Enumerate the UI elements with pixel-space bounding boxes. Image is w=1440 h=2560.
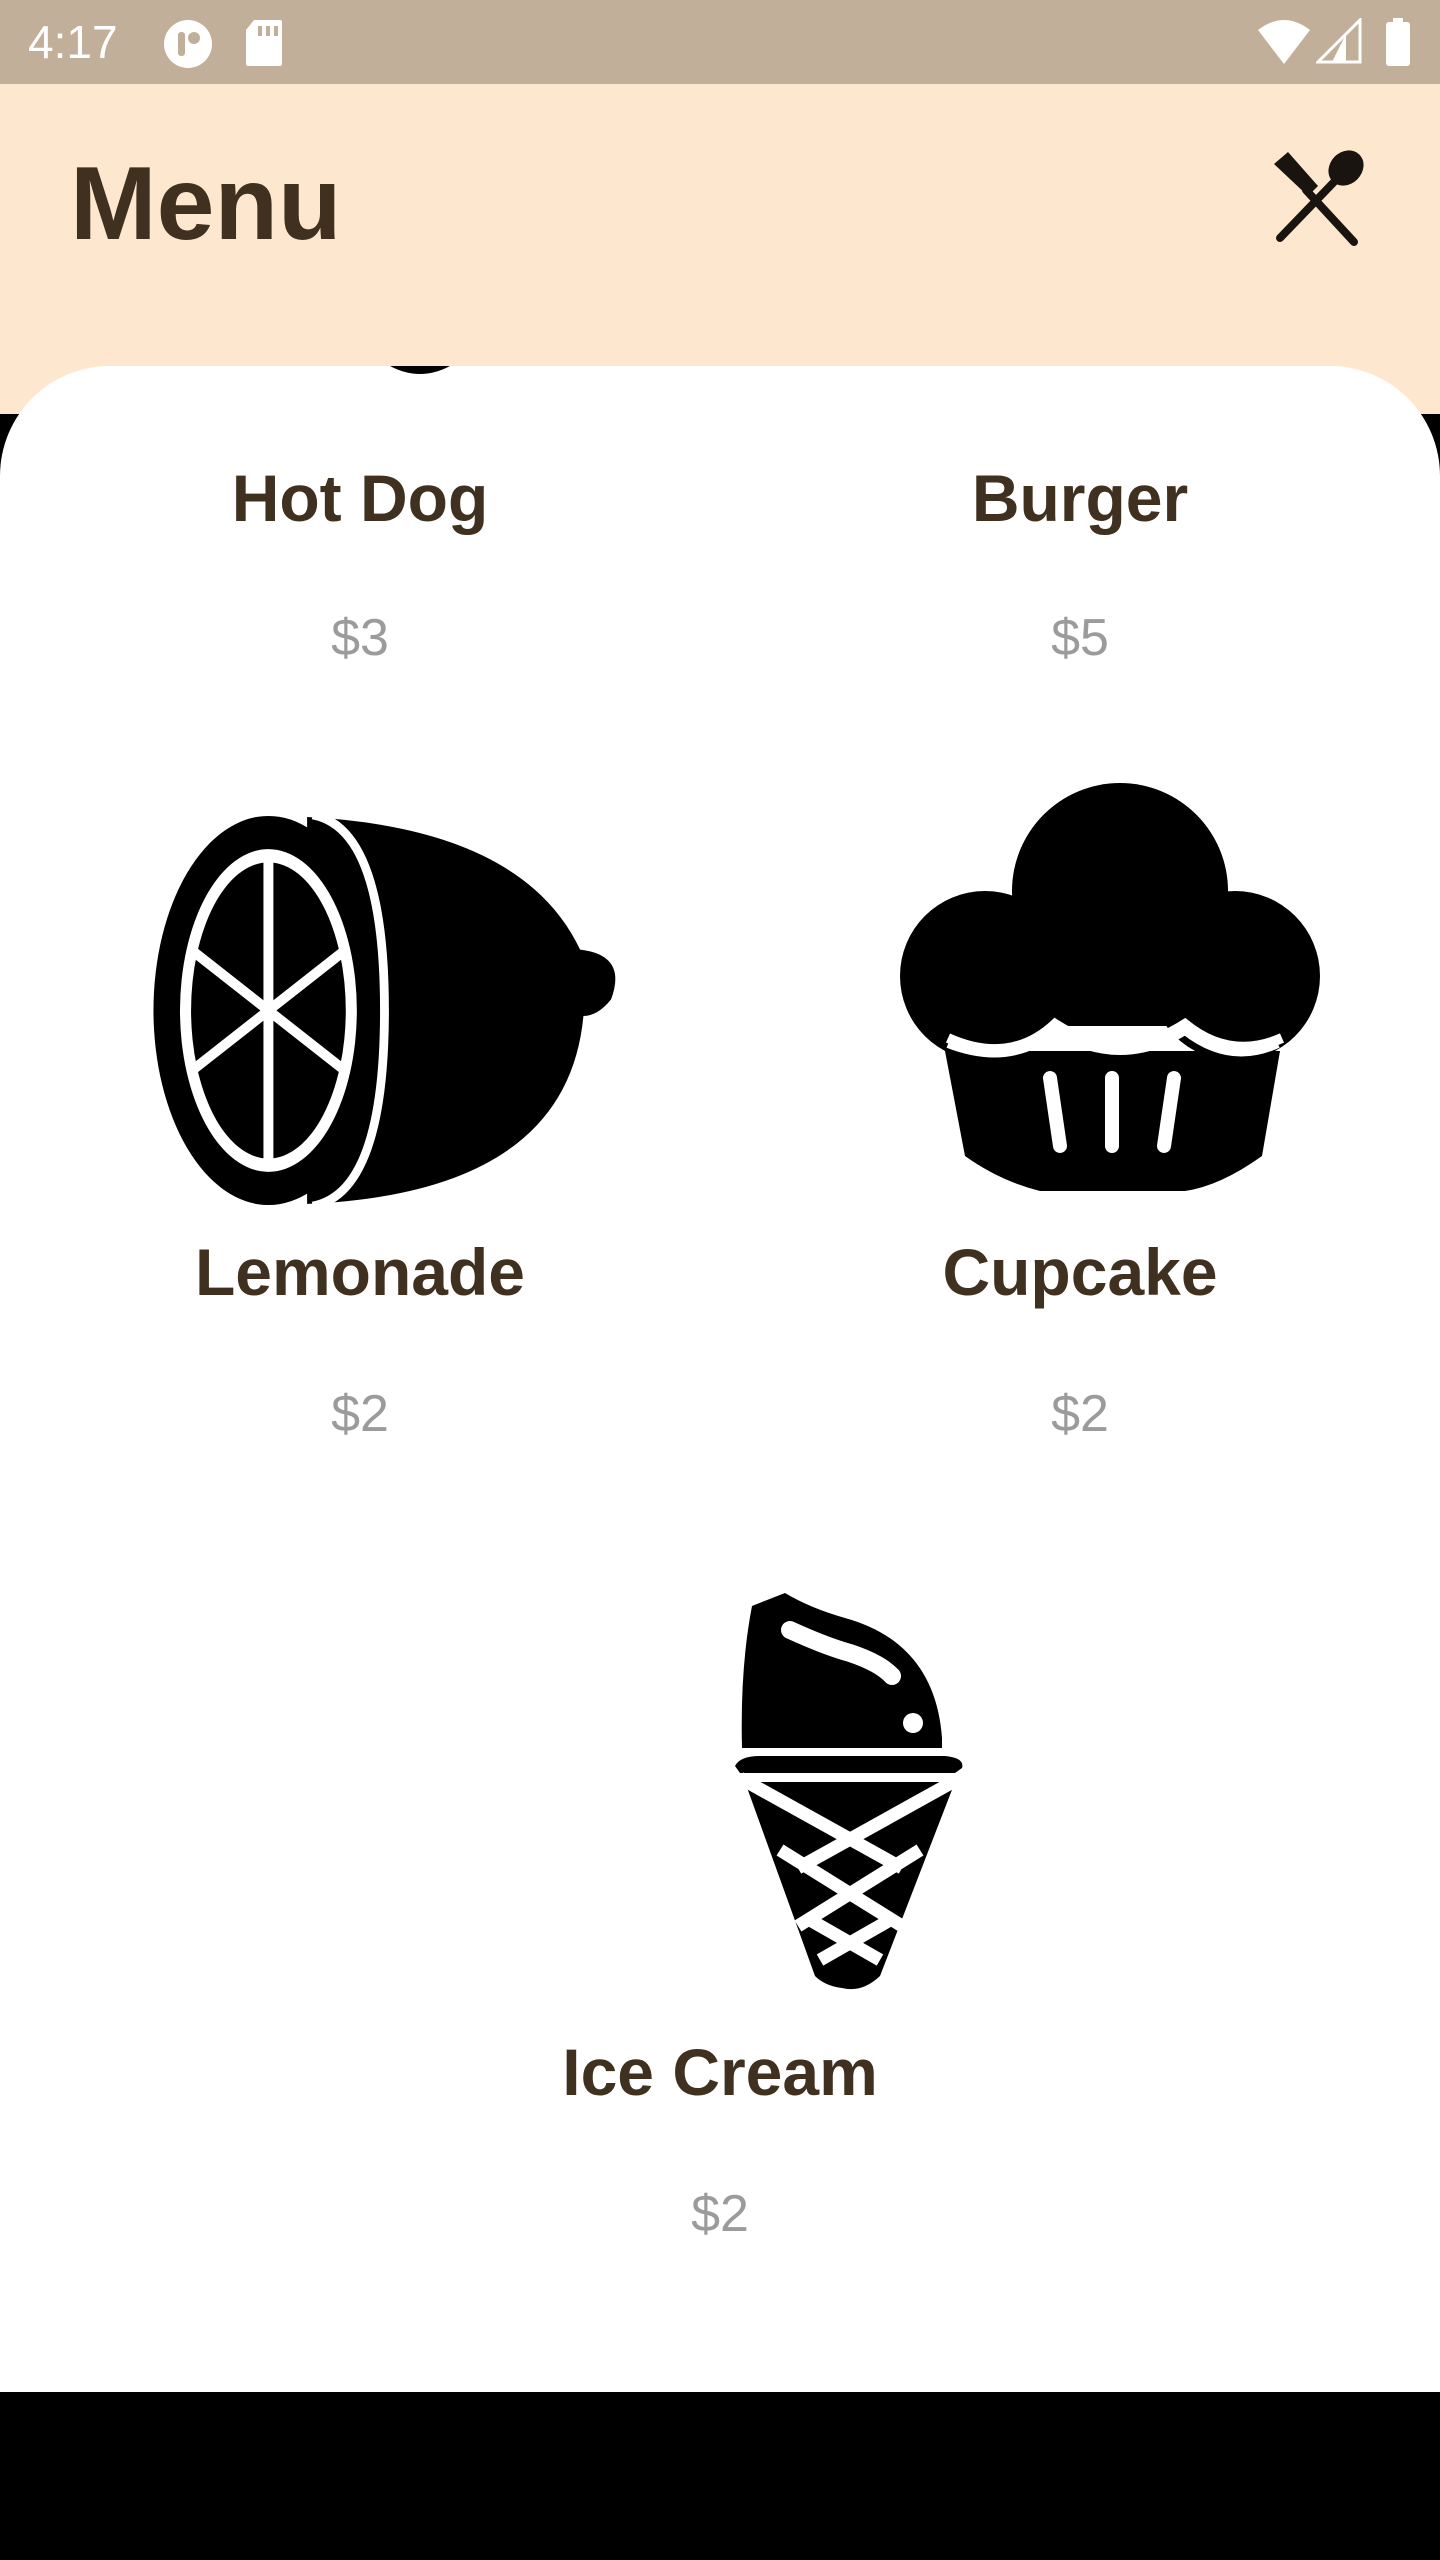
restaurant-menu-button[interactable] — [1262, 146, 1372, 256]
status-time: 4:17 — [28, 16, 118, 68]
item-price: $2 — [691, 2185, 749, 2243]
item-price: $3 — [331, 609, 389, 667]
menu-item-burger[interactable]: Burger $5 — [720, 366, 1440, 706]
item-name: Cupcake — [942, 1235, 1218, 1309]
app-bar: Menu — [0, 84, 1440, 414]
menu-item-lemonade[interactable]: Lemonade $2 — [0, 766, 720, 1566]
item-price: $2 — [1051, 1385, 1109, 1443]
item-price: $2 — [331, 1385, 389, 1443]
ice-cream-icon — [735, 1593, 964, 1990]
item-name: Lemonade — [194, 1235, 526, 1309]
menu-sheet: Hot Dog $3 Burger $5 Lemonade $2 Cupcake… — [0, 366, 1440, 2392]
cupcake-icon — [900, 783, 1320, 1191]
menu-item-ice-cream[interactable]: Ice Cream $2 — [360, 1566, 1080, 2366]
sd-card-icon — [246, 20, 282, 66]
item-name: Burger — [971, 461, 1189, 535]
status-bar: 4:17 — [0, 0, 1440, 84]
battery-icon — [1386, 18, 1410, 66]
hot-dog-icon — [390, 366, 450, 374]
menu-item-hot-dog[interactable]: Hot Dog $3 — [0, 366, 720, 706]
lemon-icon — [153, 810, 616, 1211]
utensils-icon — [1274, 150, 1364, 246]
item-name: Hot Dog — [231, 461, 489, 535]
cellular-signal-icon — [1316, 18, 1362, 64]
menu-item-cupcake[interactable]: Cupcake $2 — [720, 766, 1440, 1566]
item-name: Ice Cream — [562, 2035, 878, 2109]
wifi-icon — [1258, 20, 1310, 64]
item-price: $5 — [1051, 609, 1109, 667]
system-navigation-bar — [0, 2392, 1440, 2560]
notification-app-icon — [164, 20, 212, 68]
page-title: Menu — [70, 146, 342, 262]
